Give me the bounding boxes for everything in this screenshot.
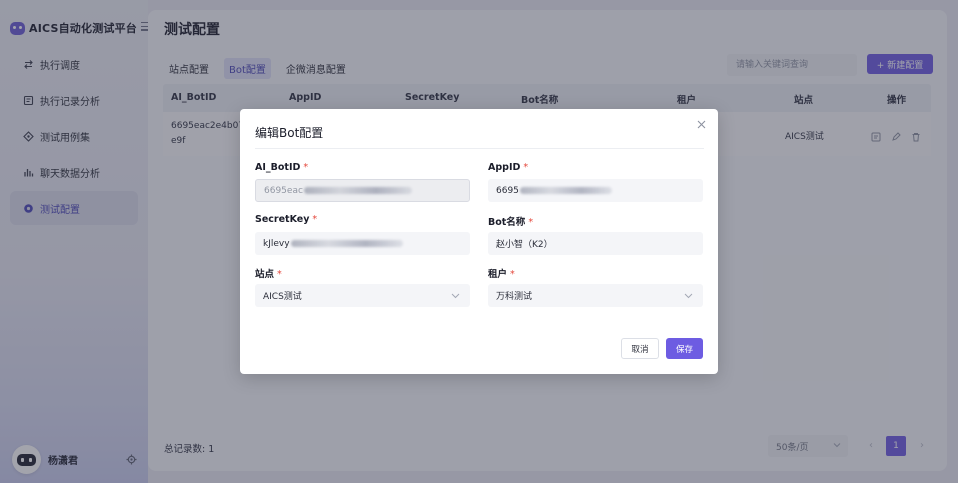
cancel-button[interactable]: 取消 <box>621 338 659 359</box>
site-value: AICS测试 <box>263 292 302 302</box>
required-mark: * <box>312 214 318 225</box>
bot-name-field[interactable]: 赵小智（K2） <box>488 232 703 255</box>
secret-key-field[interactable]: kJlevy <box>255 232 470 255</box>
bot-id-field: 6695eac <box>255 179 470 202</box>
dialog-divider <box>255 148 704 149</box>
required-mark: * <box>303 162 309 173</box>
chevron-down-icon <box>684 293 693 299</box>
redacted-blur <box>303 187 412 194</box>
tenant-label: 租户 * <box>488 269 515 280</box>
bot-name-value: 赵小智（K2） <box>496 240 553 250</box>
required-mark: * <box>523 162 529 173</box>
app-id-value: 6695 <box>496 185 519 196</box>
edit-bot-dialog: 编辑Bot配置 AI_BotID * 6695eac AppID * 6695 Se… <box>240 109 718 374</box>
redacted-blur <box>290 240 403 247</box>
close-icon[interactable] <box>697 120 706 129</box>
bot-id-value: 6695eac <box>264 185 303 196</box>
tenant-select[interactable]: 万科测试 <box>488 284 703 307</box>
site-label: 站点 * <box>255 269 282 280</box>
required-mark: * <box>528 217 534 228</box>
tenant-value: 万科测试 <box>496 292 533 302</box>
secret-key-label: SecretKey * <box>255 214 318 225</box>
bot-id-label: AI_BotID * <box>255 162 309 173</box>
app-id-field[interactable]: 6695 <box>488 179 703 202</box>
secret-key-value: kJlevy <box>263 238 290 249</box>
dialog-title: 编辑Bot配置 <box>255 126 324 140</box>
save-button[interactable]: 保存 <box>666 338 703 359</box>
required-mark: * <box>277 269 282 280</box>
bot-name-label: Bot名称 * <box>488 217 534 228</box>
site-select[interactable]: AICS测试 <box>255 284 470 307</box>
chevron-down-icon <box>451 293 460 299</box>
required-mark: * <box>510 269 515 280</box>
app-id-label: AppID * <box>488 162 529 173</box>
redacted-blur <box>519 187 612 194</box>
